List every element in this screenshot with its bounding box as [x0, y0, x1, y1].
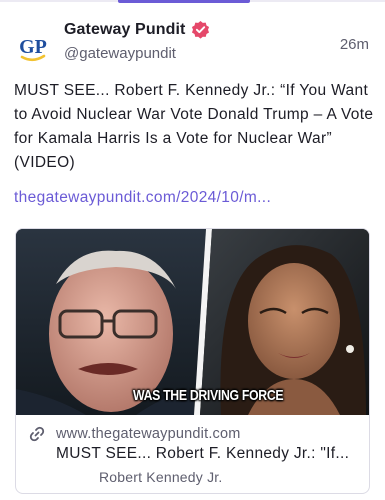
link-preview-card[interactable]: WAS THE DRIVING FORCE www.thegatewaypund…	[15, 228, 370, 494]
link-preview-domain: www.thegatewaypundit.com	[56, 426, 241, 442]
author-display-name[interactable]: Gateway Pundit	[64, 21, 185, 39]
link-preview-description: Robert Kennedy Jr.	[99, 469, 223, 485]
author-handle[interactable]: @gatewaypundit	[64, 45, 176, 62]
post-link[interactable]: thegatewaypundit.com/2024/10/m...	[14, 189, 271, 207]
link-preview-image[interactable]: WAS THE DRIVING FORCE	[16, 229, 369, 415]
verified-badge-icon	[191, 20, 210, 39]
post-text: MUST SEE... Robert F. Kennedy Jr.: “If Y…	[14, 82, 374, 171]
post-timestamp[interactable]: 26m	[340, 36, 369, 53]
gp-logo: GP	[19, 36, 47, 62]
link-preview-domain-row: www.thegatewaypundit.com	[28, 425, 241, 443]
avatar-initials: GP	[19, 36, 47, 58]
post-header: GP Gateway Pundit @gatewaypundit 26m	[0, 14, 385, 74]
author-name-row: Gateway Pundit	[64, 20, 210, 39]
link-preview-title: MUST SEE... Robert F. Kennedy Jr.: "If..…	[56, 445, 350, 462]
avatar[interactable]: GP	[14, 28, 52, 66]
image-caption: WAS THE DRIVING FORCE	[133, 387, 284, 404]
active-tab-indicator	[118, 0, 250, 3]
link-icon	[28, 425, 46, 443]
